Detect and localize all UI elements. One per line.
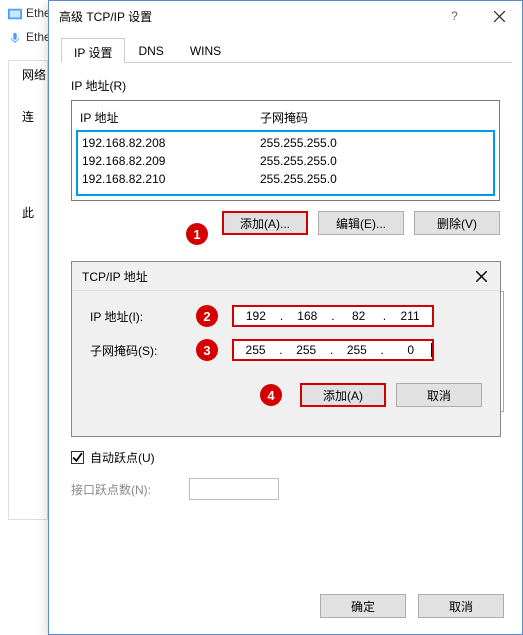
subdialog-title: TCP/IP 地址: [82, 268, 468, 285]
ok-button[interactable]: 确定: [320, 594, 406, 618]
auto-metric-label: 自动跃点(U): [90, 449, 155, 466]
interface-metric-label: 接口跃点数(N):: [71, 481, 181, 498]
subdialog-close-button[interactable]: [468, 266, 494, 286]
mask-octet-4[interactable]: 0: [386, 343, 430, 357]
cell-ip: 192.168.82.210: [82, 172, 260, 186]
ip-octet-4[interactable]: 211: [388, 309, 432, 323]
close-button[interactable]: [477, 2, 522, 31]
subnet-mask-input[interactable]: 255. 255. 255. 0: [232, 339, 434, 361]
cell-mask: 255.255.255.0: [260, 154, 337, 168]
bg-mic-icon: [8, 30, 22, 44]
dialog-title: 高级 TCP/IP 设置: [59, 8, 432, 25]
cell-mask: 255.255.255.0: [260, 172, 337, 186]
callout-4: 4: [260, 384, 282, 406]
auto-metric-checkbox[interactable]: 自动跃点(U): [71, 449, 155, 466]
remove-ip-button[interactable]: 删除(V): [414, 211, 500, 235]
cell-mask: 255.255.255.0: [260, 136, 337, 150]
ip-addresses-group-label: IP 地址(R): [71, 77, 500, 94]
tab-ip-settings[interactable]: IP 设置: [61, 38, 125, 63]
list-header: IP 地址 子网掩码: [76, 105, 495, 130]
tab-strip: IP 设置 DNS WINS: [61, 37, 512, 63]
edit-ip-button[interactable]: 编辑(E)...: [318, 211, 404, 235]
ip-octet-1[interactable]: 192: [234, 309, 278, 323]
ip-octet-3[interactable]: 82: [337, 309, 381, 323]
bg-sidebar-item-1: 连: [22, 108, 34, 125]
ip-address-list: IP 地址 子网掩码 192.168.82.208 255.255.255.0 …: [71, 100, 500, 201]
cancel-button[interactable]: 取消: [418, 594, 504, 618]
ip-address-label: IP 地址(I):: [90, 308, 196, 325]
bg-ethernet-item-2[interactable]: Ethe: [26, 30, 51, 44]
list-row[interactable]: 192.168.82.209 255.255.255.0: [80, 152, 491, 170]
subdialog-cancel-button[interactable]: 取消: [396, 383, 482, 407]
list-row[interactable]: 192.168.82.208 255.255.255.0: [80, 134, 491, 152]
subdialog-titlebar: TCP/IP 地址: [72, 262, 500, 291]
bg-sidebar-frame: [8, 60, 48, 520]
callout-2: 2: [196, 305, 218, 327]
tab-wins[interactable]: WINS: [177, 38, 234, 63]
list-row[interactable]: 192.168.82.210 255.255.255.0: [80, 170, 491, 188]
header-mask: 子网掩码: [260, 109, 308, 126]
checkbox-icon: [71, 451, 84, 464]
mask-octet-2[interactable]: 255: [285, 343, 328, 357]
bg-sidebar-header: 网络: [22, 66, 46, 83]
advanced-tcpip-dialog: 高级 TCP/IP 设置 ? IP 设置 DNS WINS IP 地址(R) I…: [48, 0, 523, 635]
add-ip-button[interactable]: 添加(A)...: [222, 211, 308, 235]
dialog-titlebar: 高级 TCP/IP 设置 ?: [49, 1, 522, 31]
ip-address-input[interactable]: 192. 168. 82. 211: [232, 305, 434, 327]
subnet-mask-label: 子网掩码(S):: [90, 342, 196, 359]
help-button[interactable]: ?: [432, 2, 477, 31]
header-ip: IP 地址: [80, 109, 260, 126]
cell-ip: 192.168.82.208: [82, 136, 260, 150]
tcpip-address-subdialog: TCP/IP 地址 IP 地址(I): 2 192. 168. 82. 211 …: [71, 261, 501, 437]
callout-3: 3: [196, 339, 218, 361]
interface-metric-input: [189, 478, 279, 500]
bg-ethernet-icon: [8, 6, 22, 20]
callout-1: 1: [186, 223, 208, 245]
list-body[interactable]: 192.168.82.208 255.255.255.0 192.168.82.…: [76, 130, 495, 196]
mask-octet-3[interactable]: 255: [335, 343, 378, 357]
bg-sidebar-item-2: 此: [22, 204, 34, 221]
cell-ip: 192.168.82.209: [82, 154, 260, 168]
tab-dns[interactable]: DNS: [125, 38, 176, 63]
ip-octet-2[interactable]: 168: [285, 309, 329, 323]
text-cursor: [431, 343, 432, 357]
subdialog-add-button[interactable]: 添加(A): [300, 383, 386, 407]
mask-octet-1[interactable]: 255: [234, 343, 277, 357]
